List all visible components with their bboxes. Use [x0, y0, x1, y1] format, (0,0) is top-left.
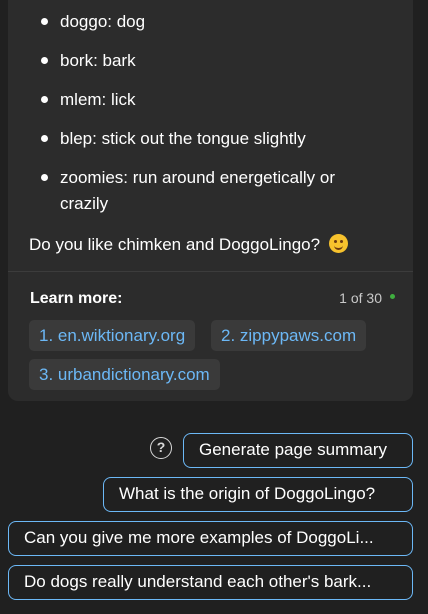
- divider: [8, 271, 413, 272]
- closing-question: Do you like chimken and DoggoLingo?: [29, 232, 348, 258]
- question-circle-icon[interactable]: ?: [150, 437, 172, 459]
- source-link-zippypaws[interactable]: 2. zippypaws.com: [211, 320, 367, 351]
- source-counter: 1 of 30: [339, 290, 382, 306]
- list-item: mlem: lick: [41, 87, 400, 113]
- list-item: doggo: dog: [41, 9, 400, 35]
- suggestion-dogs-bark[interactable]: Do dogs really understand each other's b…: [8, 565, 413, 600]
- suggestion-more-examples[interactable]: Can you give me more examples of DoggoLi…: [8, 521, 413, 556]
- status-dot-icon: [390, 294, 395, 299]
- closing-text: Do you like chimken and DoggoLingo?: [29, 235, 321, 254]
- list-item: bork: bark: [41, 48, 400, 74]
- source-link-wiktionary[interactable]: 1. en.wiktionary.org: [29, 320, 196, 351]
- learn-more-label: Learn more:: [30, 290, 123, 307]
- source-link-urbandictionary[interactable]: 3. urbandictionary.com: [29, 359, 220, 390]
- response-card: doggo: dog bork: bark mlem: lick blep: s…: [8, 0, 413, 401]
- list-item: zoomies: run around energetically or cra…: [41, 165, 380, 217]
- suggestion-origin[interactable]: What is the origin of DoggoLingo?: [103, 477, 413, 512]
- smiling-face-emoji-icon: [328, 234, 348, 253]
- suggestion-generate-summary[interactable]: Generate page summary: [183, 433, 413, 468]
- list-item: blep: stick out the tongue slightly: [41, 126, 400, 152]
